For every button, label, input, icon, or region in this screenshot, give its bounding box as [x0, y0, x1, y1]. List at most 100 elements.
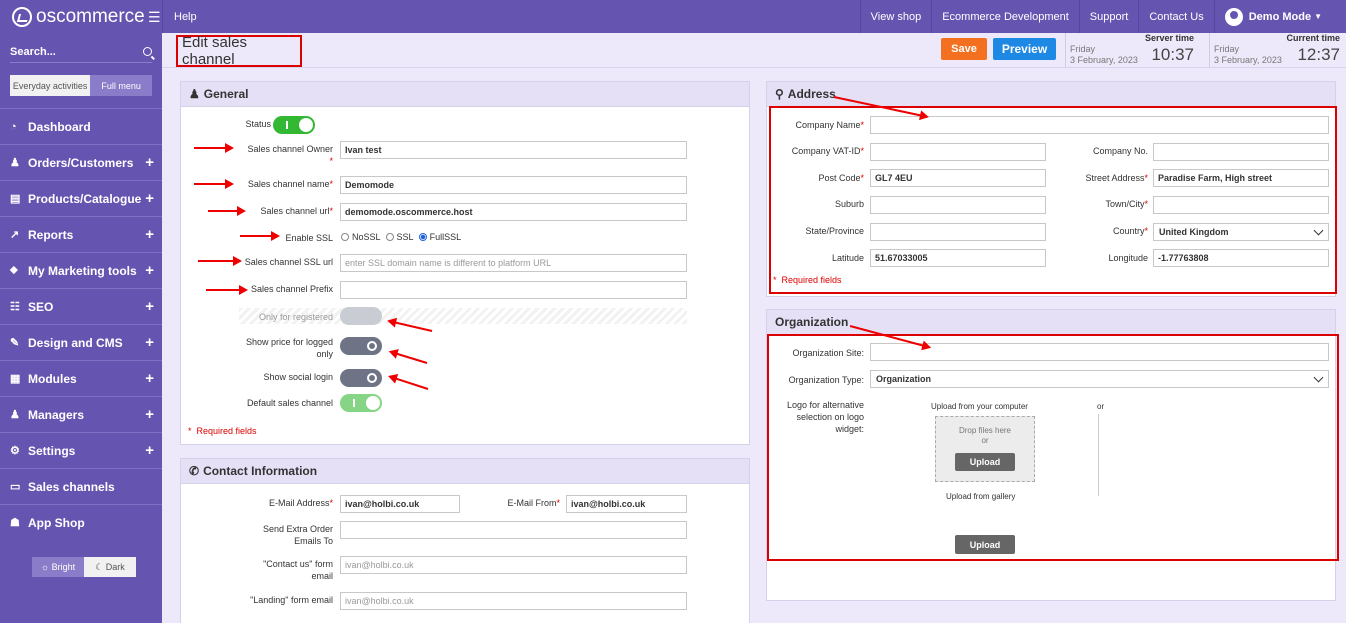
show-social-label: Show social login	[263, 372, 333, 382]
annotation-box-address	[769, 106, 1337, 294]
theme-bright-button[interactable]: ☼ Bright	[32, 557, 84, 577]
tab-everyday-activities[interactable]: Everyday activities	[10, 75, 91, 96]
annotation-arrow	[194, 143, 234, 153]
current-time-day: Friday	[1214, 44, 1240, 54]
sidebar-item-settings[interactable]: ⚙ Settings +	[0, 432, 162, 468]
sidebar-item-my-marketing-tools[interactable]: ⬥ My Marketing tools +	[0, 252, 162, 288]
support-link[interactable]: Support	[1078, 0, 1139, 33]
sitemap-icon: ☷	[10, 301, 20, 313]
sidebar-item-sales-channels[interactable]: ▭ Sales channels	[0, 468, 162, 504]
dashboard-icon: ◔	[10, 120, 17, 133]
sidebar-item-label: Dashboard	[28, 119, 91, 134]
sidebar-item-dashboard[interactable]: ◔ Dashboard	[0, 108, 162, 144]
sidebar-item-label: Orders/Customers	[28, 155, 134, 170]
expand-plus-icon[interactable]: +	[145, 334, 154, 351]
only-registered-toggle[interactable]	[340, 307, 382, 325]
general-header: ♟ General	[181, 82, 749, 107]
main-content: Edit sales channel Save Preview Server t…	[162, 33, 1346, 623]
view-shop-link[interactable]: View shop	[859, 0, 932, 33]
default-channel-toggle[interactable]	[340, 394, 382, 412]
server-time-date: 3 February, 2023	[1070, 55, 1138, 65]
expand-plus-icon[interactable]: +	[145, 298, 154, 315]
phone-icon: ✆	[189, 464, 200, 478]
expand-plus-icon[interactable]: +	[145, 154, 154, 171]
current-time-date: 3 February, 2023	[1214, 55, 1282, 65]
organization-header: Organization	[767, 310, 1335, 335]
ssl-label: Enable SSL	[285, 233, 333, 243]
radio-fullssl[interactable]	[418, 233, 427, 241]
sidebar-item-app-shop[interactable]: ☗ App Shop	[0, 504, 162, 540]
search-placeholder: Search...	[10, 45, 56, 58]
server-time: Server time Friday 3 February, 2023 10:3…	[1065, 33, 1198, 67]
name-input[interactable]: Demomode	[340, 176, 687, 194]
status-toggle[interactable]	[273, 116, 315, 134]
owner-input[interactable]: Ivan test	[340, 141, 687, 159]
landing-form-input[interactable]: ivan@holbi.co.uk	[340, 592, 687, 610]
expand-plus-icon[interactable]: +	[145, 262, 154, 279]
page-title: Edit sales channel	[176, 34, 302, 68]
contact-form-input[interactable]: ivan@holbi.co.uk	[340, 556, 687, 574]
sidebar-item-modules[interactable]: ▦ Modules +	[0, 360, 162, 396]
map-marker-icon: ⚲	[775, 87, 784, 101]
radio-nossl[interactable]	[341, 233, 349, 241]
users-icon: ♟	[10, 157, 20, 169]
annotation-arrow	[206, 285, 248, 295]
server-time-day: Friday	[1070, 44, 1096, 54]
email-input[interactable]: ivan@holbi.co.uk	[340, 495, 460, 513]
expand-plus-icon[interactable]: +	[145, 370, 154, 387]
user-icon: ♟	[189, 87, 200, 101]
email-from-label: E-Mail From*	[507, 498, 560, 508]
logo[interactable]: oscommerce ☰	[0, 0, 162, 33]
header-divider	[162, 67, 1346, 68]
sidebar-item-label: Sales channels	[28, 479, 115, 494]
show-price-toggle[interactable]	[340, 337, 382, 355]
preview-button[interactable]: Preview	[993, 38, 1056, 60]
hamburger-icon[interactable]: ☰	[148, 9, 161, 26]
expand-plus-icon[interactable]: +	[145, 226, 154, 243]
show-social-toggle[interactable]	[340, 369, 382, 387]
annotation-arrow	[208, 206, 246, 216]
ssl-url-input[interactable]: enter SSL domain name is different to pl…	[340, 254, 687, 272]
email-from-input[interactable]: ivan@holbi.co.uk	[566, 495, 687, 513]
sidebar-item-managers[interactable]: ♟ Managers +	[0, 396, 162, 432]
folder-icon: ▤	[10, 193, 21, 205]
sidebar-item-orders-customers[interactable]: ♟ Orders/Customers +	[0, 144, 162, 180]
sidebar-item-label: Design and CMS	[28, 335, 123, 350]
url-input[interactable]: demomode.oscommerce.host	[340, 203, 687, 221]
show-price-label: Show price for logged only	[245, 337, 333, 359]
extra-emails-label: Send Extra Order Emails To	[262, 524, 333, 546]
sidebar-search[interactable]: Search...	[10, 41, 152, 63]
theme-dark-button[interactable]: ☾ Dark	[84, 557, 136, 577]
sidebar-item-reports[interactable]: ↗ Reports +	[0, 216, 162, 252]
theme-bright-label: Bright	[51, 562, 76, 572]
status-label: Status	[245, 119, 271, 129]
logo-text: oscommerce	[36, 5, 145, 27]
sidebar-item-design-and-cms[interactable]: ✎ Design and CMS +	[0, 324, 162, 360]
contact-us-link[interactable]: Contact Us	[1138, 0, 1213, 33]
expand-plus-icon[interactable]: +	[145, 406, 154, 423]
help-link[interactable]: Help	[162, 0, 208, 33]
server-time-label: Server time	[1144, 33, 1194, 43]
radio-ssl[interactable]	[385, 233, 394, 241]
top-bar: oscommerce ☰ Help View shop Ecommerce De…	[0, 0, 1346, 33]
ecommerce-development-link[interactable]: Ecommerce Development	[931, 0, 1079, 33]
expand-plus-icon[interactable]: +	[145, 442, 154, 459]
prefix-input[interactable]	[340, 281, 687, 299]
tab-full-menu[interactable]: Full menu	[90, 75, 152, 96]
search-icon[interactable]	[143, 47, 152, 56]
monitor-icon: ▭	[10, 481, 21, 493]
expand-plus-icon[interactable]: +	[145, 190, 154, 207]
sidebar-item-seo[interactable]: ☷ SEO +	[0, 288, 162, 324]
user-icon: ♟	[10, 409, 20, 421]
extra-emails-input[interactable]	[340, 521, 687, 539]
contact-header: ✆ Contact Information	[181, 459, 749, 484]
save-button[interactable]: Save	[941, 38, 987, 60]
sidebar-item-products-catalogue[interactable]: ▤ Products/Catalogue +	[0, 180, 162, 216]
annotation-arrow	[198, 256, 242, 266]
sidebar: Search... Everyday activities Full menu …	[0, 33, 162, 623]
chart-icon: ↗	[10, 229, 20, 241]
default-channel-label: Default sales channel	[246, 398, 333, 408]
user-menu[interactable]: Demo Mode ▼	[1213, 0, 1346, 33]
cart-icon: ☗	[10, 517, 20, 529]
ssl-option-label: SSL	[396, 232, 414, 242]
